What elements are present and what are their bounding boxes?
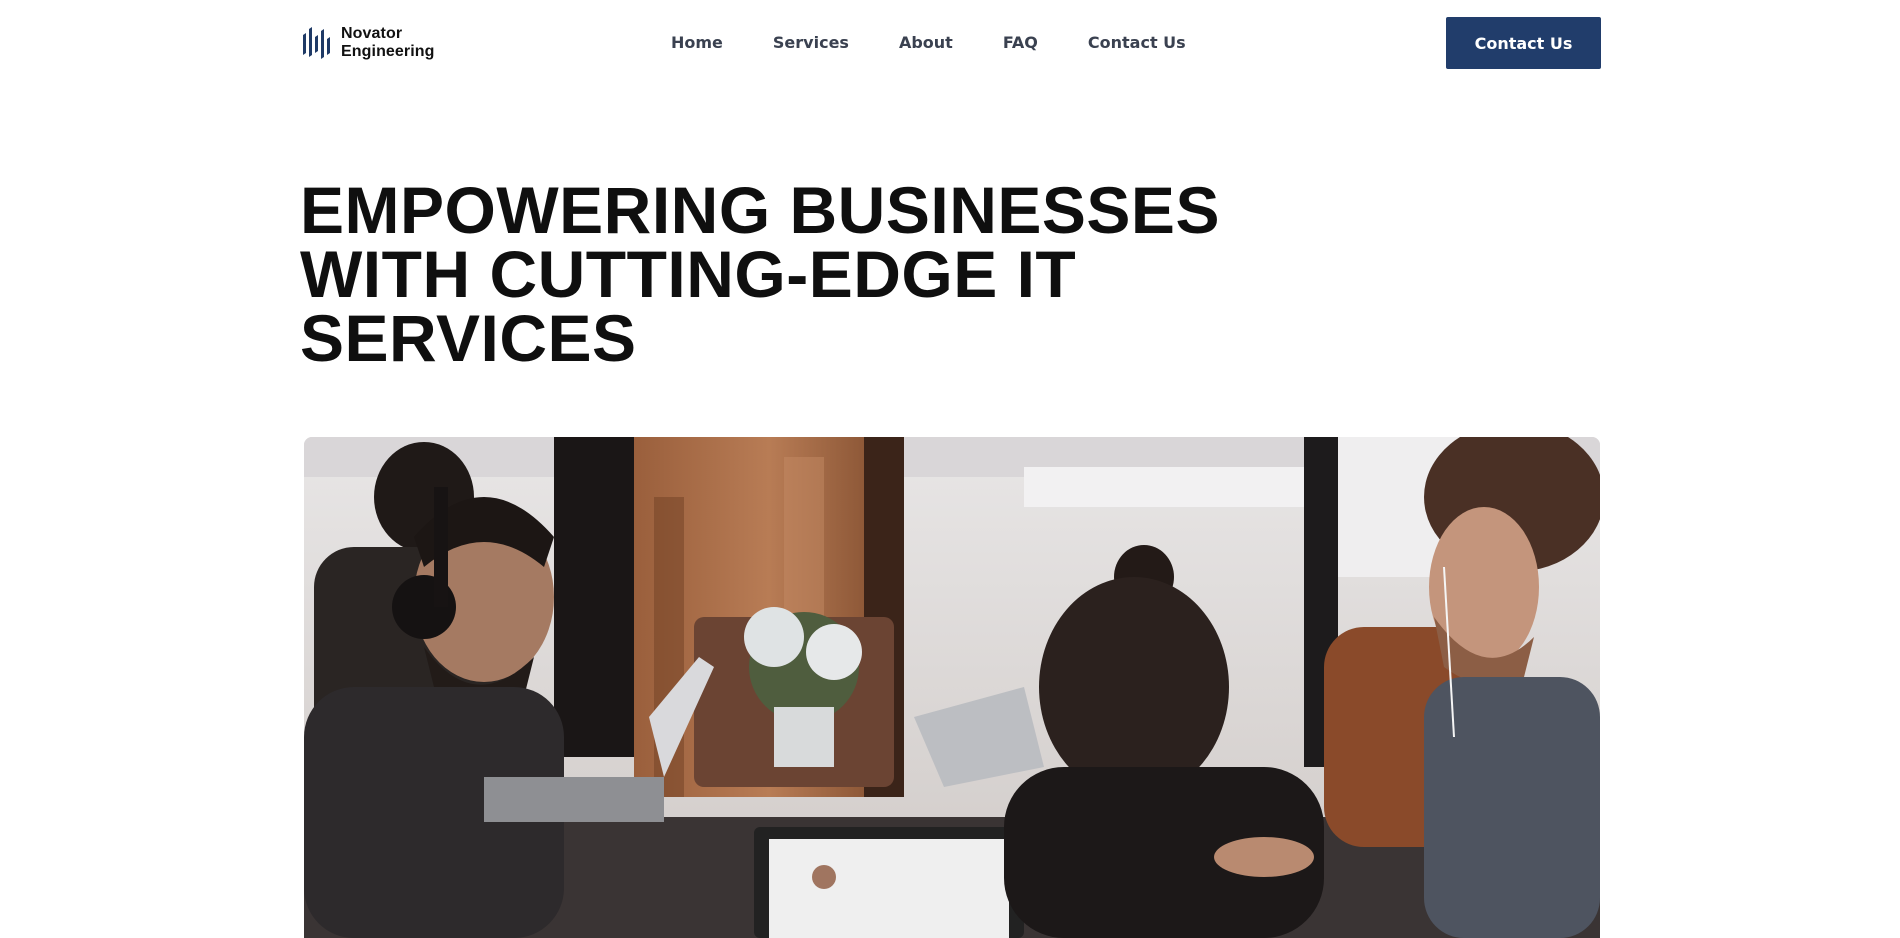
main-nav: Home Services About FAQ Contact Us xyxy=(671,32,1186,54)
brand-name-line2: Engineering xyxy=(341,43,435,60)
hero-title-line1: EMPOWERING BUSINESSES xyxy=(300,173,1220,247)
site-header: Novator Engineering Home Services About … xyxy=(0,0,1900,86)
hero-photo xyxy=(304,437,1600,938)
nav-item-home[interactable]: Home xyxy=(671,32,723,54)
brand-logo[interactable]: Novator Engineering xyxy=(301,24,435,62)
team-working-on-laptops-photo xyxy=(304,437,1600,938)
hero-title-line3: SERVICES xyxy=(300,301,637,375)
nav-item-about[interactable]: About xyxy=(899,32,953,54)
nav-item-services[interactable]: Services xyxy=(773,32,849,54)
hero-title-line2: WITH CUTTING-EDGE IT xyxy=(300,237,1077,311)
bars-logo-icon xyxy=(303,27,330,59)
brand-name-line1: Novator xyxy=(341,25,403,42)
hero-title: EMPOWERING BUSINESSES WITH CUTTING-EDGE … xyxy=(300,173,1400,375)
nav-item-faq[interactable]: FAQ xyxy=(1003,32,1038,54)
brand-name: Novator Engineering xyxy=(341,25,435,61)
nav-item-contact[interactable]: Contact Us xyxy=(1088,32,1186,54)
contact-us-button[interactable]: Contact Us xyxy=(1446,17,1601,69)
